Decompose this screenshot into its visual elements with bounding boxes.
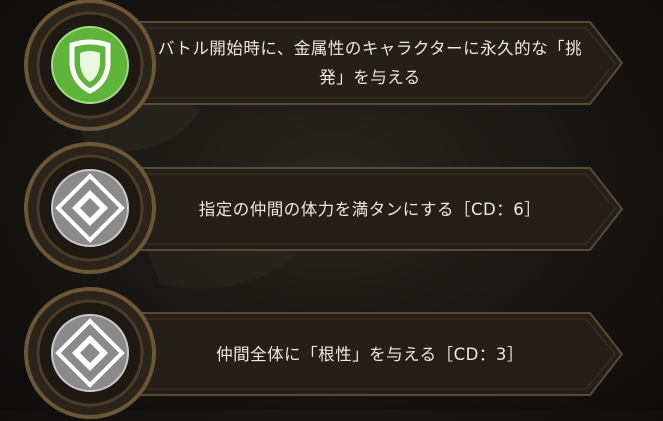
skill-banner: 仲間全体に「根性」を与える［CD：3］: [110, 309, 635, 399]
skill-description: バトル開始時に、金属性のキャラクターに永久的な「挑発」を与える: [157, 39, 583, 87]
skill-icon-slot[interactable]: [22, 285, 158, 421]
skill-banner: バトル開始時に、金属性のキャラクターに永久的な「挑発」を与える: [110, 18, 635, 108]
skill-row-1: バトル開始時に、金属性のキャラクターに永久的な「挑発」を与える: [0, 0, 663, 133]
skill-icon-slot[interactable]: [22, 140, 158, 276]
skill-description: 仲間全体に「根性」を与える［CD：3］: [216, 344, 524, 364]
skill-row-3: 仲間全体に「根性」を与える［CD：3］: [0, 285, 663, 419]
skill-row-2: 指定の仲間の体力を満タンにする［CD：6］: [0, 140, 663, 274]
skill-icon-slot[interactable]: [22, 0, 158, 133]
skill-description: 指定の仲間の体力を満タンにする［CD：6］: [198, 199, 542, 219]
skill-banner: 指定の仲間の体力を満タンにする［CD：6］: [110, 164, 635, 254]
